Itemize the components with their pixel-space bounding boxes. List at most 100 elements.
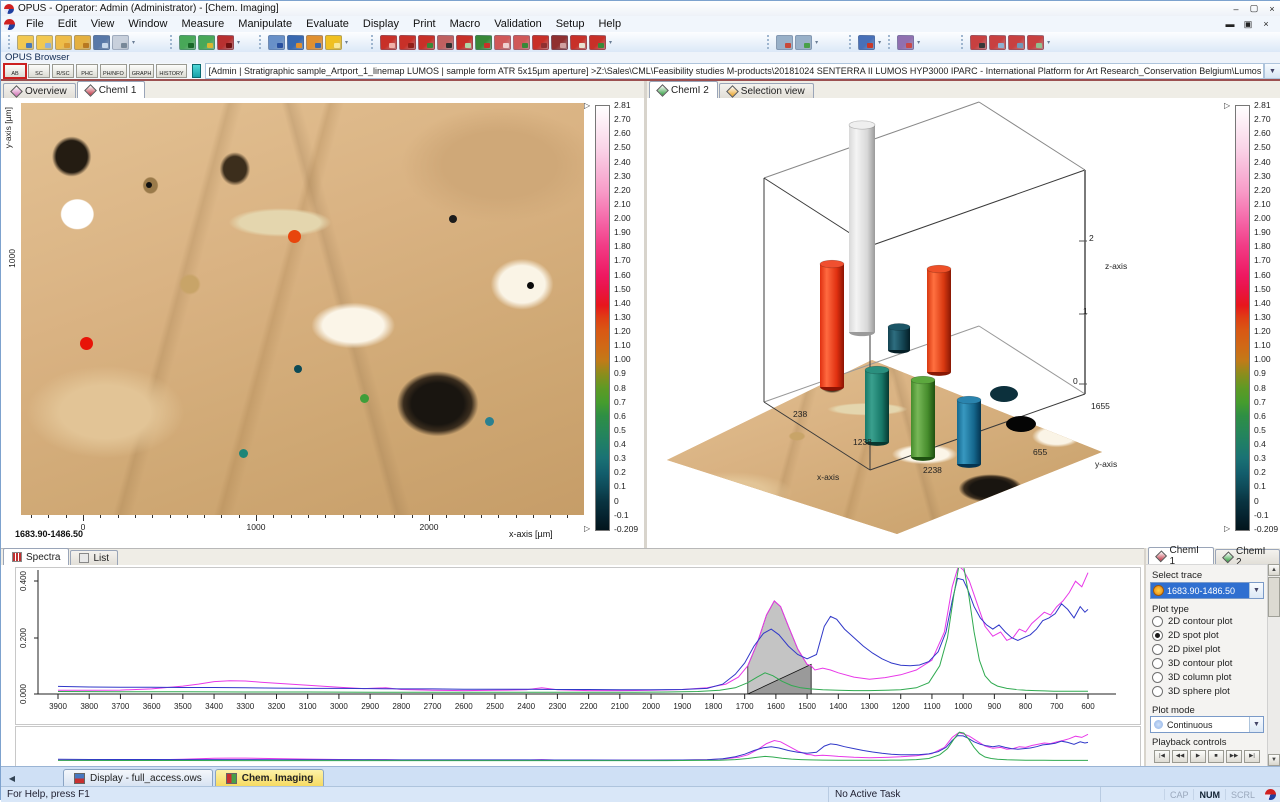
grid-view-icon[interactable] (268, 35, 285, 50)
scale-bottom-marker-icon[interactable]: ▷ (584, 524, 590, 533)
measure-background-icon[interactable] (198, 35, 215, 50)
open-folder-icon[interactable] (55, 35, 72, 50)
play-button[interactable]: ▶ (1190, 750, 1206, 763)
menu-evaluate[interactable]: Evaluate (299, 16, 356, 32)
tab-selection-view[interactable]: Selection view (719, 83, 814, 98)
load-file-icon[interactable] (36, 35, 53, 50)
toolbar-overflow-icon[interactable]: ▾ (1047, 39, 1050, 46)
minimize-button[interactable]: – (1227, 3, 1245, 15)
imaging-table-icon[interactable] (989, 35, 1006, 50)
data-block-phc[interactable]: PHC (76, 64, 98, 78)
menu-macro[interactable]: Macro (443, 16, 488, 32)
toolbar-overflow-icon[interactable]: ▾ (815, 39, 818, 46)
plot-type-option-3d-sphere-plot[interactable]: 3D sphere plot (1152, 685, 1230, 697)
swap-view-icon[interactable] (306, 35, 323, 50)
sidebar-tab-chemi-2[interactable]: ChemI 2 (1215, 549, 1280, 564)
menu-help[interactable]: Help (591, 16, 628, 32)
select-region-icon[interactable] (970, 35, 987, 50)
plot-mode-dropdown[interactable]: Continuous ▼ (1150, 716, 1264, 733)
measurement-spot[interactable] (449, 215, 457, 223)
measurement-spot[interactable] (80, 337, 93, 350)
menu-setup[interactable]: Setup (549, 16, 592, 32)
toolbar-overflow-icon[interactable]: ▾ (609, 39, 612, 46)
data-block-history[interactable]: HISTORY (156, 64, 186, 78)
external-tool-icon[interactable] (897, 35, 914, 50)
dropdown-arrow-icon[interactable]: ▼ (1249, 583, 1263, 598)
mdi-minimize-button[interactable]: ▬ (1221, 18, 1239, 30)
data-block-sc[interactable]: SC (28, 64, 50, 78)
close-button[interactable]: × (1263, 3, 1280, 15)
measurement-spot[interactable] (527, 282, 534, 289)
quick-identity-icon[interactable] (418, 35, 435, 50)
menu-file[interactable]: File (19, 16, 51, 32)
toolbar-overflow-icon[interactable]: ▾ (132, 39, 135, 46)
microscope-image[interactable] (21, 103, 584, 515)
menu-print[interactable]: Print (406, 16, 443, 32)
workspace-tab-chem--imaging[interactable]: Chem. Imaging (215, 769, 325, 787)
macro-2-icon[interactable] (589, 35, 606, 50)
maximize-button[interactable]: ▢ (1245, 3, 1263, 15)
workspace-tab-display---full-access-ows[interactable]: Display - full_access.ows (63, 769, 213, 787)
path-dropdown-arrow[interactable]: ▼ (1264, 63, 1280, 79)
file-path-box[interactable]: [Admin | Stratigraphic sample_Artport_1_… (205, 63, 1264, 79)
imaging-fit-icon[interactable] (1027, 35, 1044, 50)
skip-end-button[interactable]: ▶| (1244, 750, 1260, 763)
plot-type-option-2d-spot-plot[interactable]: 2D spot plot (1152, 629, 1219, 641)
video-window-icon[interactable] (776, 35, 793, 50)
dropdown-arrow-icon[interactable]: ▼ (1249, 717, 1263, 732)
undo-icon[interactable] (112, 35, 129, 50)
toolbar-overflow-icon[interactable]: ▾ (237, 39, 240, 46)
toolbar-overflow-icon[interactable]: ▾ (345, 39, 348, 46)
scroll-up-icon[interactable]: ▲ (1268, 564, 1280, 576)
menu-measure[interactable]: Measure (174, 16, 231, 32)
tab-scroll-left-icon[interactable]: ◀ (5, 771, 19, 786)
average-icon[interactable] (532, 35, 549, 50)
quant-icon[interactable] (494, 35, 511, 50)
measurement-spot[interactable] (288, 230, 301, 243)
skip-start-button[interactable]: |◀ (1154, 750, 1170, 763)
toolbar-overflow-icon[interactable]: ▾ (917, 39, 920, 46)
measurement-spot[interactable] (485, 417, 494, 426)
menu-manipulate[interactable]: Manipulate (231, 16, 299, 32)
conformity-2-icon[interactable] (475, 35, 492, 50)
scroll-thumb[interactable] (1268, 577, 1280, 617)
sidebar-scrollbar[interactable]: ▲ ▼ (1267, 564, 1280, 766)
column-3d-plot[interactable]: 2101655z-axis23812382238655x-axisy-axis (647, 99, 1232, 549)
measurement-spot[interactable] (146, 182, 152, 188)
mdi-restore-button[interactable]: ▣ (1239, 18, 1257, 30)
curve-fit-icon[interactable] (437, 35, 454, 50)
scale-top-marker-icon[interactable]: ▷ (1224, 101, 1230, 110)
scale-top-marker-icon[interactable]: ▷ (584, 101, 590, 110)
tab-chemi-1[interactable]: ChemI 1 (77, 81, 146, 98)
plot-type-option-3d-column-plot[interactable]: 3D column plot (1152, 671, 1231, 683)
tab-list[interactable]: List (70, 550, 118, 565)
menu-edit[interactable]: Edit (51, 16, 84, 32)
toolbar-overflow-icon[interactable]: ▾ (878, 39, 881, 46)
scroll-down-icon[interactable]: ▼ (1268, 754, 1280, 766)
folder-archive-icon[interactable] (74, 35, 91, 50)
measure-sample-icon[interactable] (179, 35, 196, 50)
imaging-view-icon[interactable] (1008, 35, 1025, 50)
plot-type-option-2d-pixel-plot[interactable]: 2D pixel plot (1152, 643, 1220, 655)
plot-type-option-2d-contour-plot[interactable]: 2D contour plot (1152, 615, 1232, 627)
data-block-rsc[interactable]: R/SC (52, 64, 74, 78)
integrate-icon[interactable] (380, 35, 397, 50)
measurement-spot[interactable] (294, 365, 302, 373)
rewind-button[interactable]: ◀◀ (1172, 750, 1188, 763)
stacked-view-icon[interactable] (287, 35, 304, 50)
scale-bottom-marker-icon[interactable]: ▷ (1224, 524, 1230, 533)
mdi-close-button[interactable]: × (1257, 18, 1275, 30)
peak-pick-icon[interactable] (399, 35, 416, 50)
data-block-graph[interactable]: GRAPH (129, 64, 155, 78)
conformity-icon[interactable] (456, 35, 473, 50)
spectra-plot-area[interactable]: 3900380037003600350034003300320031003000… (15, 567, 1141, 725)
save-icon[interactable] (93, 35, 110, 50)
overview-spectra-strip[interactable] (15, 726, 1141, 767)
measure-repeat-icon[interactable] (217, 35, 234, 50)
measurement-spot[interactable] (360, 394, 369, 403)
fast-forward-button[interactable]: ▶▶ (1226, 750, 1242, 763)
tab-overview[interactable]: Overview (3, 83, 76, 98)
measurement-spot[interactable] (239, 449, 248, 458)
tab-spectra[interactable]: Spectra (3, 548, 69, 565)
menu-view[interactable]: View (84, 16, 122, 32)
